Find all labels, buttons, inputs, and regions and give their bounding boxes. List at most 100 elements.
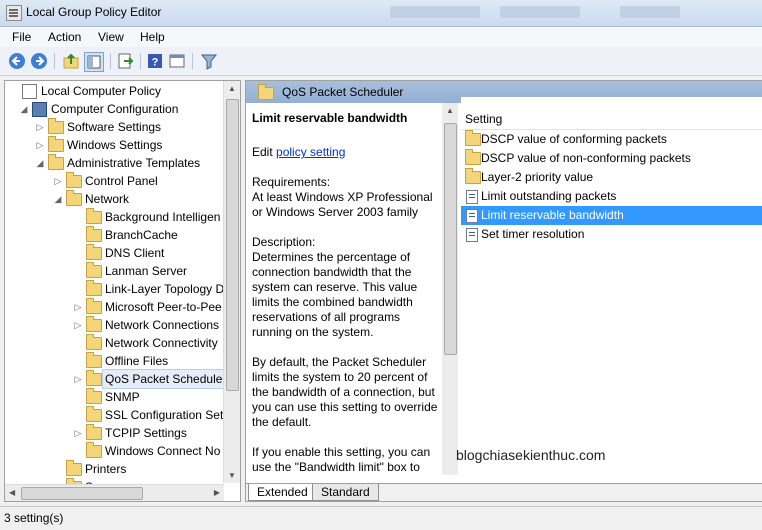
folder-icon: [86, 370, 102, 386]
description-scroll-thumb[interactable]: [444, 123, 457, 355]
folder-icon: [86, 298, 102, 314]
setting-row[interactable]: Limit reservable bandwidth: [461, 206, 762, 225]
setting-label: Limit reservable bandwidth: [481, 208, 624, 222]
setting-row[interactable]: Layer-2 priority value: [461, 168, 762, 187]
tree-item-label: Network Connections: [105, 318, 220, 332]
setting-icon: [466, 209, 478, 223]
tab-extended[interactable]: Extended: [248, 484, 317, 501]
tree-item[interactable]: ▷ QoS Packet Scheduler: [5, 369, 230, 389]
tree-item-label: Network Connectivity: [105, 336, 218, 350]
tree-item[interactable]: Background Intelligen: [5, 208, 224, 226]
forward-icon[interactable]: [30, 52, 48, 70]
menu-action[interactable]: Action: [48, 30, 81, 44]
tree-item[interactable]: SNMP: [5, 388, 224, 406]
tree-item[interactable]: ▷ Software Settings: [5, 118, 224, 136]
window-title: Local Group Policy Editor: [26, 5, 162, 19]
menu-view[interactable]: View: [98, 30, 124, 44]
properties-icon[interactable]: [168, 52, 186, 70]
collapse-icon[interactable]: ◢: [53, 190, 63, 208]
expand-icon[interactable]: ▷: [73, 424, 83, 442]
tree-item[interactable]: ▷ Microsoft Peer-to-Pee: [5, 298, 224, 316]
tree-item[interactable]: ◢ Network: [5, 190, 224, 208]
menu-help[interactable]: Help: [140, 30, 165, 44]
folder-icon: [86, 226, 102, 242]
setting-row[interactable]: Limit outstanding packets: [461, 187, 762, 206]
column-header-setting[interactable]: Setting: [461, 109, 762, 130]
export-list-icon[interactable]: [116, 52, 134, 70]
tree-item[interactable]: Local Computer Policy: [5, 82, 224, 100]
tree-item[interactable]: BranchCache: [5, 226, 224, 244]
ghost-tab-1: [390, 6, 480, 18]
tree-item[interactable]: ◢ Administrative Templates: [5, 154, 224, 172]
expand-icon[interactable]: ▷: [73, 316, 83, 334]
tree-item[interactable]: DNS Client: [5, 244, 224, 262]
tree-item-label: Printers: [85, 462, 127, 476]
scroll-down-icon[interactable]: ▼: [228, 471, 236, 480]
collapse-icon[interactable]: ◢: [19, 100, 29, 118]
tab-standard[interactable]: Standard: [312, 484, 379, 501]
help-icon[interactable]: ?: [146, 52, 164, 70]
scroll-left-icon[interactable]: ◀: [9, 488, 15, 497]
tree-item[interactable]: Lanman Server: [5, 262, 224, 280]
tree-horizontal-scrollbar[interactable]: ◀ ▶: [5, 484, 224, 501]
tree-item[interactable]: Link-Layer Topology D: [5, 280, 224, 298]
menu-file[interactable]: File: [12, 30, 31, 44]
folder-icon: [48, 136, 64, 152]
tree-item-label: TCPIP Settings: [105, 426, 187, 440]
expand-icon[interactable]: ▷: [53, 172, 63, 190]
expand-icon[interactable]: ▷: [35, 118, 45, 136]
setting-row[interactable]: DSCP value of non-conforming packets: [461, 149, 762, 168]
tree-item[interactable]: ▷ Windows Settings: [5, 136, 224, 154]
tree-item[interactable]: ◢ Computer Configuration: [5, 100, 224, 118]
tree-vertical-scrollbar[interactable]: ▲ ▼: [223, 81, 240, 483]
description-scrollbar[interactable]: ▲: [442, 103, 458, 475]
folder-icon: [48, 118, 64, 134]
setting-row[interactable]: Set timer resolution: [461, 225, 762, 244]
expand-icon[interactable]: ▷: [35, 136, 45, 154]
menu-bar: File Action View Help: [0, 27, 762, 47]
toolbar-separator: [140, 53, 141, 69]
folder-icon: [465, 168, 481, 184]
description-title: Limit reservable bandwidth: [252, 111, 408, 125]
tree-item[interactable]: ▷ Control Panel: [5, 172, 224, 190]
policy-setting-link[interactable]: policy setting: [276, 145, 345, 159]
show-hide-tree-icon[interactable]: [84, 52, 104, 72]
tree-item-label: Background Intelligen: [105, 210, 221, 224]
scroll-right-icon[interactable]: ▶: [214, 488, 220, 497]
tree-hscroll-thumb[interactable]: [21, 487, 143, 500]
details-pane: QoS Packet Scheduler Limit reservable ba…: [245, 80, 762, 502]
tree-scroll-thumb[interactable]: [226, 99, 239, 391]
computer-icon: [32, 102, 47, 117]
tree-item[interactable]: SSL Configuration Sett: [5, 406, 227, 424]
scroll-up-icon[interactable]: ▲: [228, 84, 236, 93]
setting-label: DSCP value of non-conforming packets: [481, 151, 691, 165]
scroll-up-icon[interactable]: ▲: [446, 106, 454, 115]
up-folder-icon[interactable]: [62, 52, 80, 70]
tree-item[interactable]: ▷ Network Connections: [5, 316, 224, 334]
tree-item[interactable]: Printers: [5, 460, 224, 478]
expand-icon[interactable]: ▷: [73, 370, 83, 388]
ghost-tab-2: [500, 6, 580, 18]
setting-label: Layer-2 priority value: [481, 170, 594, 184]
tree-item-label: QoS Packet Scheduler: [101, 369, 230, 389]
expand-icon[interactable]: ▷: [73, 298, 83, 316]
folder-icon: [66, 190, 82, 206]
back-icon[interactable]: [8, 52, 26, 70]
description-text: Determines the percentage of connection …: [252, 250, 418, 339]
folder-icon: [86, 244, 102, 260]
setting-icon: [466, 190, 478, 204]
folder-icon: [86, 208, 102, 224]
folder-icon: [86, 316, 102, 332]
setting-row[interactable]: DSCP value of conforming packets: [461, 130, 762, 149]
filter-icon[interactable]: [200, 52, 218, 70]
tree-item-label: SSL Configuration Sett: [105, 408, 227, 422]
tree-item-label: BranchCache: [105, 228, 178, 242]
tree-item[interactable]: Network Connectivity: [5, 334, 224, 352]
tree-item[interactable]: Offline Files: [5, 352, 224, 370]
default-text: By default, the Packet Scheduler limits …: [252, 355, 438, 429]
tree-item[interactable]: ▷ TCPIP Settings: [5, 424, 224, 442]
tree-pane: Local Computer Policy ◢ Computer Configura…: [4, 80, 241, 502]
collapse-icon[interactable]: ◢: [35, 154, 45, 172]
toolbar-separator: [54, 53, 55, 69]
tree-item[interactable]: Windows Connect No: [5, 442, 224, 460]
